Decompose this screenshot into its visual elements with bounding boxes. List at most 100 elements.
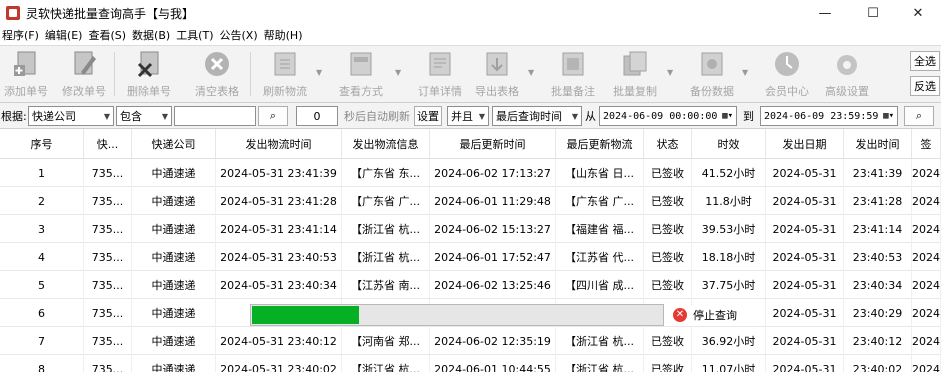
search-button[interactable]: ⌕ <box>258 106 288 126</box>
filter-operator-value: 包含 <box>120 110 142 123</box>
table-cell: 2024-06-02 15:13:27 <box>430 215 556 243</box>
refresh-icon <box>270 49 300 79</box>
export-dropdown-arrow[interactable]: ▼ <box>528 68 534 77</box>
column-header[interactable]: 快... <box>84 129 132 159</box>
minimize-button[interactable]: — <box>802 0 848 26</box>
table-cell: 23:40:02 <box>844 355 912 372</box>
column-header[interactable]: 最后更新时间 <box>430 129 556 159</box>
keyword-input[interactable] <box>174 106 256 126</box>
column-header[interactable]: 最后更新物流 <box>556 129 644 159</box>
delete-number-label: 删除单号 <box>127 85 171 98</box>
refresh-seconds-input[interactable]: 0 <box>296 106 338 126</box>
batch-note-button[interactable]: 批量备注 <box>546 49 600 99</box>
filter-operator-select[interactable]: 包含 ▼ <box>116 106 172 126</box>
table-cell: 已签收 <box>644 187 692 215</box>
settings-button[interactable]: 设置 <box>414 106 442 126</box>
advanced-settings-button[interactable]: 高级设置 <box>820 49 874 99</box>
menu-data[interactable]: 数据(B) <box>130 27 174 43</box>
menu-tools[interactable]: 工具(T) <box>174 27 217 43</box>
table-cell: 39.53小时 <box>692 215 766 243</box>
backup-dropdown-arrow[interactable]: ▼ <box>742 68 748 77</box>
from-date-picker[interactable]: 2024-06-09 00:00:00 ▦▾ <box>599 106 737 126</box>
column-header[interactable]: 发出时间 <box>844 129 912 159</box>
column-header[interactable]: 快递公司 <box>132 129 216 159</box>
column-header[interactable]: 时效 <box>692 129 766 159</box>
table-row[interactable]: 5 735... 中通速递 2024-05-31 23:40:34 【江苏省 南... 2… <box>0 271 941 299</box>
invert-select-button[interactable]: 反选 <box>910 76 940 96</box>
table-cell: 已签收 <box>644 327 692 355</box>
menu-edit[interactable]: 编辑(E) <box>43 27 87 43</box>
backup-data-button[interactable]: 备份数据 <box>685 49 739 99</box>
logic-value: 并且 <box>451 110 473 123</box>
menu-announcement[interactable]: 公告(X) <box>218 27 262 43</box>
table-cell: 2024-05-31 23:40:53 <box>216 243 342 271</box>
maximize-button[interactable]: ☐ <box>850 0 896 26</box>
table-row[interactable]: 3 735... 中通速递 2024-05-31 23:41:14 【浙江省 杭... 2… <box>0 215 941 243</box>
delete-document-icon <box>134 49 164 79</box>
column-header[interactable]: 序号 <box>0 129 84 159</box>
chevron-down-icon: ▼ <box>103 111 110 121</box>
table-cell: 【广东省 广... <box>342 187 430 215</box>
table-cell: 2024-06-02 12:35:19 <box>430 327 556 355</box>
table-cell: 1 <box>0 159 84 187</box>
date-search-button[interactable]: ⌕ <box>904 106 934 126</box>
select-all-button[interactable]: 全选 <box>910 51 940 71</box>
refresh-logistics-button[interactable]: 刷新物流 <box>258 49 312 99</box>
table-row[interactable]: 8 735... 中通速递 2024-05-31 23:40:02 【浙江省 杭... 2… <box>0 355 941 372</box>
menu-program[interactable]: 程序(F) <box>0 27 43 43</box>
auto-refresh-label: 秒后自动刷新 <box>344 110 410 123</box>
stop-query-button[interactable]: ✕ 停止查询 <box>673 305 737 325</box>
table-cell: 3 <box>0 215 84 243</box>
view-mode-dropdown-arrow[interactable]: ▼ <box>395 68 401 77</box>
member-center-label: 会员中心 <box>765 85 809 98</box>
column-header[interactable]: 发出物流时间 <box>216 129 342 159</box>
member-center-button[interactable]: 会员中心 <box>760 49 814 99</box>
table-cell: 中通速递 <box>132 159 216 187</box>
table-cell: 已签收 <box>644 243 692 271</box>
logic-select[interactable]: 并且 ▼ <box>447 106 489 126</box>
chevron-down-icon: ▼ <box>161 111 168 121</box>
column-header[interactable]: 状态 <box>644 129 692 159</box>
clear-table-icon <box>202 49 232 79</box>
table-row[interactable]: 4 735... 中通速递 2024-05-31 23:40:53 【浙江省 杭... 2… <box>0 243 941 271</box>
edit-number-button[interactable]: 修改单号 <box>60 49 108 99</box>
clear-table-button[interactable]: 清空表格 <box>190 49 244 99</box>
table-row[interactable]: 2 735... 中通速递 2024-05-31 23:41:28 【广东省 广... 2… <box>0 187 941 215</box>
to-label: 到 <box>743 110 754 123</box>
table-row[interactable]: 7 735... 中通速递 2024-05-31 23:40:12 【河南省 郑... 2… <box>0 327 941 355</box>
batch-copy-dropdown-arrow[interactable]: ▼ <box>667 68 673 77</box>
table-cell: 23:40:53 <box>844 243 912 271</box>
menu-view[interactable]: 查看(S) <box>86 27 130 43</box>
column-header[interactable]: 发出物流信息 <box>342 129 430 159</box>
order-details-button[interactable]: 订单详情 <box>413 49 467 99</box>
export-table-button[interactable]: 导出表格 <box>470 49 524 99</box>
table-cell: 【浙江省 杭... <box>342 215 430 243</box>
table-row[interactable]: 1 735... 中通速递 2024-05-31 23:41:39 【广东省 东... 2… <box>0 159 941 187</box>
filter-bar: 根据: 快递公司 ▼ 包含 ▼ ⌕ 0 秒后自动刷新 设置 并且 ▼ 最后查询时间 ▼ … <box>0 103 941 129</box>
delete-number-button[interactable]: 删除单号 <box>122 49 176 99</box>
table-cell: 2024 <box>912 159 941 187</box>
table-cell: 2024-05-31 23:40:02 <box>216 355 342 372</box>
refresh-dropdown-arrow[interactable]: ▼ <box>316 68 322 77</box>
time-field-select[interactable]: 最后查询时间 ▼ <box>492 106 582 126</box>
table-cell: 【河南省 郑... <box>342 327 430 355</box>
stop-query-label: 停止查询 <box>693 309 737 322</box>
backup-data-label: 备份数据 <box>690 85 734 98</box>
to-date-picker[interactable]: 2024-06-09 23:59:59 ▦▾ <box>760 106 898 126</box>
advanced-settings-label: 高级设置 <box>825 85 869 98</box>
table-cell: 【广东省 东... <box>342 159 430 187</box>
column-header[interactable]: 发出日期 <box>766 129 844 159</box>
table-cell: 【福建省 福... <box>556 215 644 243</box>
filter-field-select[interactable]: 快递公司 ▼ <box>28 106 114 126</box>
column-header[interactable]: 签 <box>912 129 941 159</box>
clear-table-label: 清空表格 <box>195 85 239 98</box>
close-button[interactable]: ✕ <box>895 0 941 26</box>
menu-help[interactable]: 帮助(H) <box>262 27 307 43</box>
search-icon: ⌕ <box>269 109 277 122</box>
batch-copy-button[interactable]: 批量复制 <box>608 49 662 99</box>
menu-bar: 程序(F) 编辑(E) 查看(S) 数据(B) 工具(T) 公告(X) 帮助(H… <box>0 26 306 44</box>
view-mode-button[interactable]: 查看方式 <box>334 49 388 99</box>
table-cell: 【四川省 成... <box>556 271 644 299</box>
filter-field-value: 快递公司 <box>32 110 76 123</box>
add-number-button[interactable]: 添加单号 <box>2 49 50 99</box>
